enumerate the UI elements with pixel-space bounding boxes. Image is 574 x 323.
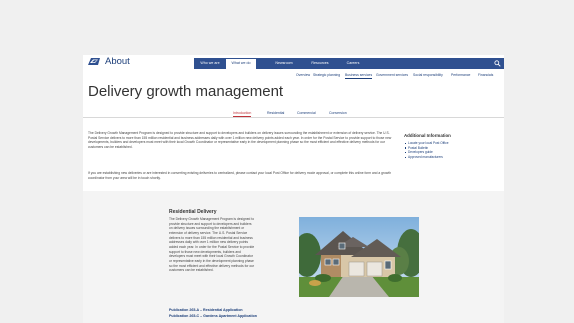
additional-info-links: Locate your local Post Office Postal Bul… [404, 141, 496, 159]
tab-commercial[interactable]: Commercial [297, 110, 316, 116]
additional-info-title: Additional Information [404, 133, 451, 138]
subnav-business-services[interactable]: Business services [345, 72, 373, 79]
usps-eagle-logo-icon[interactable] [87, 57, 101, 66]
residential-section-background [83, 191, 504, 323]
nav-tab-newsroom[interactable]: Newsroom [270, 58, 298, 69]
nav-tab-who-we-are[interactable]: Who we are [197, 58, 223, 69]
site-header: About Who we are What we do Newsroom Res… [83, 55, 504, 69]
top-navigation: Who we are What we do Newsroom Resources… [194, 58, 504, 69]
nav-tab-careers[interactable]: Careers [340, 58, 366, 69]
about-label[interactable]: About [105, 56, 130, 68]
subnav-performance[interactable]: Performance [451, 72, 470, 78]
link-approved-manufacturers[interactable]: Approved manufacturers [404, 155, 496, 160]
residential-delivery-heading: Residential Delivery [169, 209, 217, 215]
subnav-financials[interactable]: Financials [478, 72, 493, 78]
search-icon[interactable] [494, 60, 501, 67]
tab-divider [83, 117, 504, 118]
subnav-strategic-planning[interactable]: Strategic planning [313, 72, 340, 78]
link-publication-265a[interactable]: Publication 265-A – Residential Applicat… [169, 308, 269, 313]
intro-paragraph: The Delivery Growth Management Program i… [88, 131, 392, 149]
residential-delivery-text: The Delivery Growth Management Program i… [169, 217, 255, 273]
intro-paragraph-contact: If you are establishing new deliveries o… [88, 171, 392, 180]
house-photo [299, 217, 419, 297]
section-subnav: Overview Strategic planning Business ser… [83, 72, 504, 79]
nav-tab-what-we-do[interactable]: What we do [226, 59, 256, 69]
tab-conversion[interactable]: Conversion [329, 110, 347, 116]
page-title: Delivery growth management [88, 83, 284, 100]
subnav-overview[interactable]: Overview [296, 72, 310, 78]
subnav-social-responsibility[interactable]: Social responsibility [413, 72, 443, 78]
subnav-government-services[interactable]: Government services [376, 72, 408, 78]
tab-residential[interactable]: Residential [267, 110, 284, 116]
content-tabs: Introduction Residential Commercial Conv… [83, 110, 504, 117]
additional-info-panel: Additional Information Locate your local… [404, 133, 496, 159]
browser-page: About Who we are What we do Newsroom Res… [83, 55, 504, 323]
nav-tab-resources[interactable]: Resources [306, 58, 334, 69]
link-publication-265c[interactable]: Publication 265-C – Gardens Apartment Ap… [169, 314, 269, 319]
tab-introduction[interactable]: Introduction [233, 110, 252, 117]
